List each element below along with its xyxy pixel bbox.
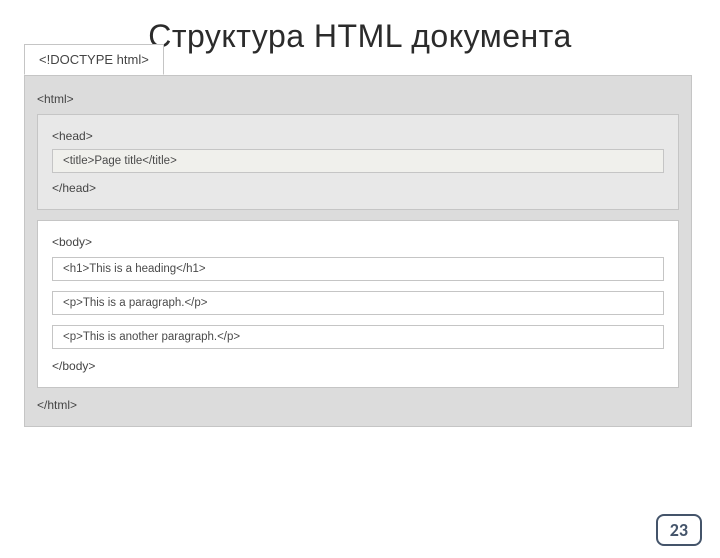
head-close-tag: </head>: [52, 181, 664, 195]
doctype-tab: <!DOCTYPE html>: [24, 44, 164, 75]
p1-line: <p>This is a paragraph.</p>: [52, 291, 664, 315]
title-tag-line: <title>Page title</title>: [52, 149, 664, 173]
p2-line: <p>This is another paragraph.</p>: [52, 325, 664, 349]
body-block: <body> <h1>This is a heading</h1> <p>Thi…: [37, 220, 679, 388]
html-close-tag: </html>: [37, 398, 679, 412]
head-block: <head> <title>Page title</title> </head>: [37, 114, 679, 210]
html-block: <html> <head> <title>Page title</title> …: [25, 76, 691, 426]
html-open-tag: <html>: [37, 92, 679, 106]
html-structure-diagram: <!DOCTYPE html> <html> <head> <title>Pag…: [24, 75, 692, 427]
body-close-tag: </body>: [52, 359, 664, 373]
h1-line: <h1>This is a heading</h1>: [52, 257, 664, 281]
body-open-tag: <body>: [52, 235, 664, 249]
page-number: 23: [656, 514, 702, 546]
head-open-tag: <head>: [52, 129, 664, 143]
